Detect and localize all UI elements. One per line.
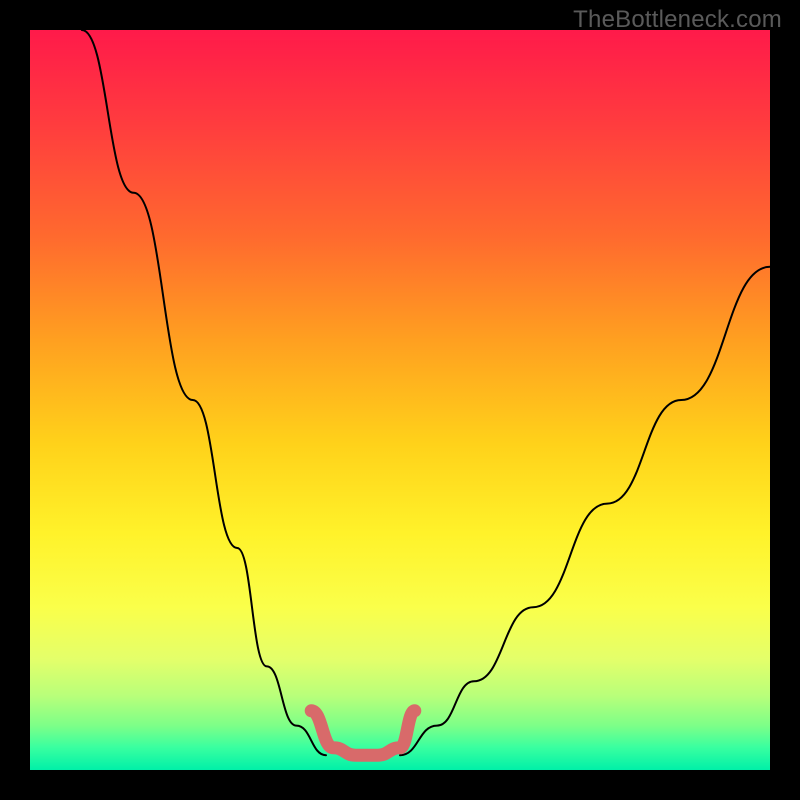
watermark-text: TheBottleneck.com [573, 6, 782, 34]
chart-frame: TheBottleneck.com [0, 0, 800, 800]
right-curve [400, 267, 770, 755]
plot-area [30, 30, 770, 770]
left-curve [82, 30, 326, 755]
trough-accent-curve [311, 711, 415, 755]
curves-svg [30, 30, 770, 770]
